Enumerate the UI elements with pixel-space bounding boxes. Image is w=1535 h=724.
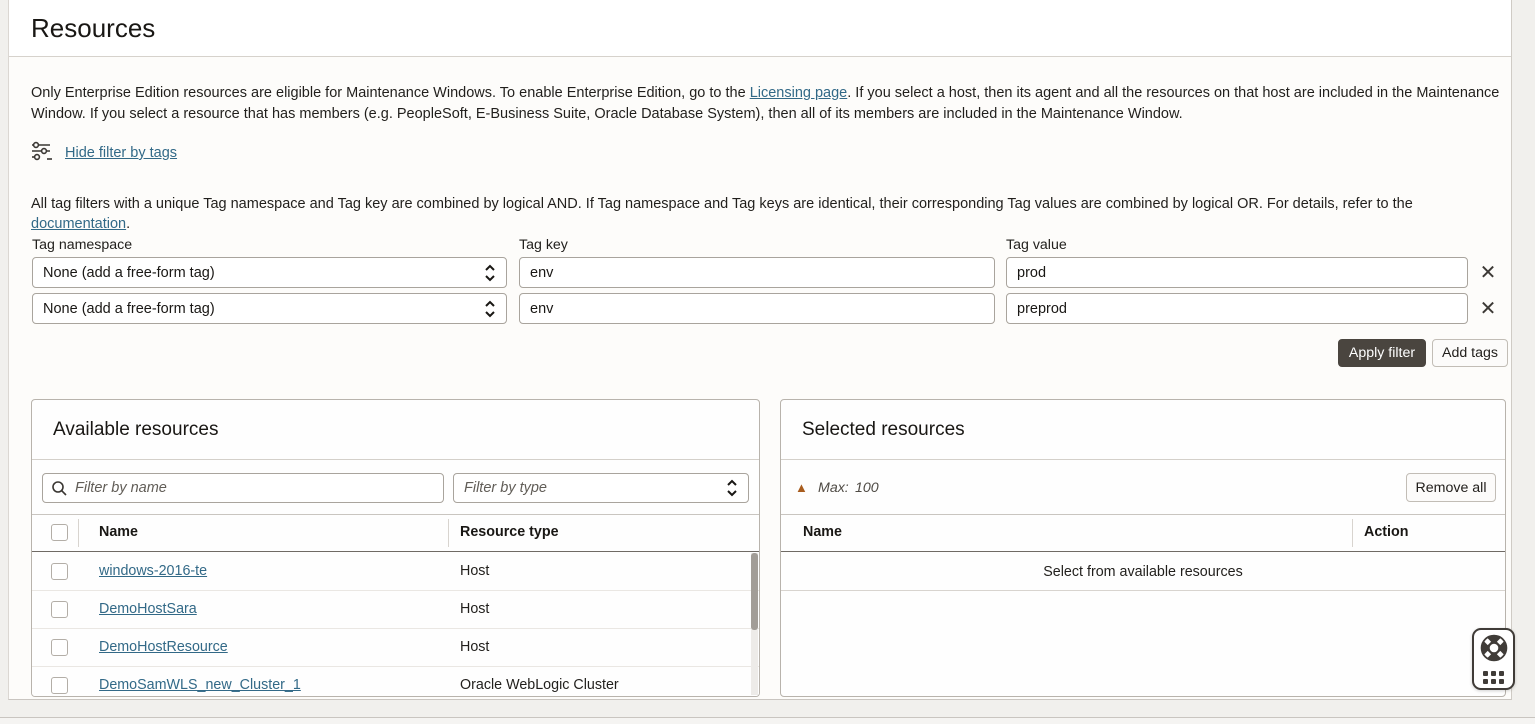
row-checkbox[interactable] (51, 563, 68, 580)
chevron-stepper-icon (726, 479, 738, 497)
close-icon: ✕ (1480, 262, 1497, 284)
intro-text-before: Only Enterprise Edition resources are el… (31, 85, 750, 101)
tag-namespace-label: Tag namespace (32, 237, 132, 253)
tag-namespace-select-1-value: None (add a free-form tag) (43, 265, 215, 281)
footer-strip-lower (0, 718, 1535, 724)
apply-filter-button[interactable]: Apply filter (1338, 339, 1426, 367)
divider (78, 519, 79, 547)
page-title: Resources (31, 13, 155, 44)
table-row: windows-2016-te Host (32, 553, 759, 591)
intro-text: Only Enterprise Edition resources are el… (31, 83, 1503, 125)
max-label: Max: (818, 480, 849, 496)
table-row: DemoHostSara Host (32, 591, 759, 629)
tag-key-input-1[interactable] (519, 257, 995, 288)
help-widget-button[interactable] (1472, 628, 1515, 690)
row-checkbox[interactable] (51, 601, 68, 618)
selected-table-header: Name Action (781, 515, 1505, 552)
empty-state-row: Select from available resources (781, 553, 1505, 591)
tag-namespace-select-2-value: None (add a free-form tag) (43, 301, 215, 317)
resource-name-link[interactable]: DemoSamWLS_new_Cluster_1 (99, 677, 301, 693)
remove-tag-filter-2-button[interactable]: ✕ (1475, 296, 1501, 322)
tags-note-before: All tag filters with a unique Tag namesp… (31, 196, 1413, 212)
warning-triangle-icon: ▲ (795, 480, 808, 495)
column-header-name: Name (99, 524, 138, 540)
resources-card: Resources Only Enterprise Edition resour… (8, 0, 1512, 700)
divider (448, 519, 449, 547)
table-scrollbar[interactable] (751, 553, 758, 695)
row-checkbox[interactable] (51, 677, 68, 694)
select-all-checkbox[interactable] (51, 524, 68, 541)
chevron-stepper-icon (484, 264, 496, 282)
tag-namespace-select-2[interactable]: None (add a free-form tag) (32, 293, 507, 324)
divider (32, 459, 759, 460)
table-row: DemoSamWLS_new_Cluster_1 Oracle WebLogic… (32, 667, 759, 697)
filter-by-type-select[interactable]: Filter by type (453, 473, 749, 503)
filter-by-tags-toggle[interactable]: Hide filter by tags (31, 143, 177, 163)
add-tags-button[interactable]: Add tags (1432, 339, 1508, 367)
lifering-icon (1480, 634, 1508, 667)
available-resources-panel: Available resources Filter by type Name (31, 399, 760, 697)
column-header-name: Name (803, 524, 842, 540)
resource-type-cell: Oracle WebLogic Cluster (460, 677, 619, 693)
tag-namespace-select-1[interactable]: None (add a free-form tag) (32, 257, 507, 288)
chevron-stepper-icon (484, 300, 496, 318)
licensing-page-link[interactable]: Licensing page (750, 85, 848, 101)
resource-type-cell: Host (460, 639, 489, 655)
grid-dots-icon (1483, 671, 1504, 684)
resource-type-cell: Host (460, 563, 489, 579)
column-header-resource-type: Resource type (460, 524, 559, 540)
divider (1352, 519, 1353, 547)
documentation-link[interactable]: documentation (31, 216, 126, 232)
resource-name-link[interactable]: DemoHostResource (99, 639, 228, 655)
remove-tag-filter-1-button[interactable]: ✕ (1475, 260, 1501, 286)
tag-value-input-2[interactable] (1006, 293, 1468, 324)
table-row: DemoHostResource Host (32, 629, 759, 667)
scrollbar-thumb[interactable] (751, 553, 758, 630)
tags-note: All tag filters with a unique Tag namesp… (31, 194, 1503, 234)
filter-sliders-icon (31, 141, 54, 166)
tag-key-label: Tag key (519, 237, 568, 253)
close-icon: ✕ (1480, 298, 1497, 320)
available-resources-title: Available resources (53, 419, 218, 441)
remove-all-button[interactable]: Remove all (1406, 473, 1496, 502)
search-icon (51, 480, 68, 502)
resource-name-link[interactable]: windows-2016-te (99, 563, 207, 579)
divider (781, 459, 1505, 460)
footer-strip (0, 700, 1535, 724)
filter-by-type-select-value: Filter by type (464, 480, 547, 496)
tag-value-label: Tag value (1006, 237, 1067, 253)
selected-resources-panel: Selected resources ▲ Max: 100 Remove all… (780, 399, 1506, 697)
resource-type-cell: Host (460, 601, 489, 617)
hide-filter-by-tags-link[interactable]: Hide filter by tags (65, 145, 177, 161)
tags-note-after: . (126, 216, 130, 232)
tag-key-input-2[interactable] (519, 293, 995, 324)
column-header-action: Action (1364, 524, 1408, 540)
available-table-header: Name Resource type (32, 515, 759, 552)
row-checkbox[interactable] (51, 639, 68, 656)
filter-by-name-input[interactable] (42, 473, 444, 503)
resources-screen: Resources Only Enterprise Edition resour… (0, 0, 1535, 724)
resource-name-link[interactable]: DemoHostSara (99, 601, 197, 617)
tag-value-input-1[interactable] (1006, 257, 1468, 288)
empty-state-message: Select from available resources (1043, 564, 1242, 580)
card-header: Resources (9, 0, 1511, 57)
max-value: 100 (855, 480, 879, 496)
selected-resources-title: Selected resources (802, 419, 965, 441)
